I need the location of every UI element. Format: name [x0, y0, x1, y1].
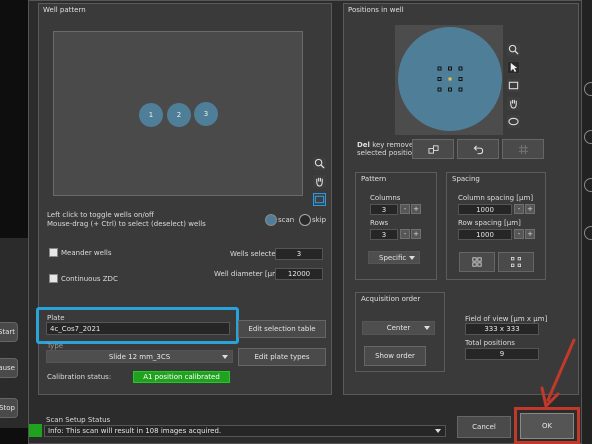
grid-positions-button[interactable]: [502, 139, 544, 159]
pointer-icon[interactable]: [507, 61, 520, 74]
row-spacing-decrement-button[interactable]: -: [514, 229, 524, 239]
annotation-arrow: [540, 338, 576, 408]
skip-radio-label: skip: [312, 216, 327, 224]
spacing-title: Spacing: [452, 175, 480, 183]
position-grid: [437, 66, 463, 92]
rows-label: Rows: [370, 219, 389, 227]
columns-label: Columns: [370, 194, 401, 202]
skip-radio[interactable]: [299, 214, 311, 226]
total-positions-value: 9: [465, 348, 539, 360]
columns-decrement-button[interactable]: -: [400, 204, 410, 214]
pan-hand-icon[interactable]: [507, 97, 520, 110]
well-1[interactable]: 1: [139, 103, 163, 127]
wells-selected-value: 3: [275, 248, 323, 260]
continuous-zdc-label: Continuous ZDC: [61, 275, 118, 283]
right-circle-4: [584, 226, 592, 240]
field-of-view-label: Field of view [µm x µm]: [465, 315, 548, 323]
ellipse-icon[interactable]: [507, 115, 520, 128]
chevron-down-icon: [424, 326, 430, 330]
continuous-zdc-checkbox[interactable]: [49, 274, 58, 283]
distribute-icon: [427, 144, 439, 154]
right-circle-3: [584, 178, 592, 192]
pause-button[interactable]: Pause: [0, 358, 18, 378]
right-circle-2: [584, 130, 592, 144]
show-order-button[interactable]: Show order: [364, 346, 426, 366]
cancel-button[interactable]: Cancel: [457, 416, 511, 438]
grid-tight-icon: [472, 257, 482, 267]
edit-selection-table-button[interactable]: Edit selection table: [238, 320, 326, 338]
plate-label: Plate: [47, 314, 65, 322]
chevron-down-icon: [409, 255, 415, 260]
wells-selected-label: Wells selected: [230, 250, 281, 258]
pan-hand-icon[interactable]: [313, 175, 326, 188]
plate-name-input[interactable]: 4c_Cos7_2021: [46, 322, 230, 335]
right-circle-1: [584, 82, 592, 96]
edit-plate-types-button[interactable]: Edit plate types: [238, 348, 326, 366]
row-spacing-label: Row spacing [µm]: [458, 219, 521, 227]
status-info-dropdown[interactable]: Info: This scan will result in 108 image…: [44, 425, 446, 437]
chevron-down-icon: [222, 354, 228, 359]
rows-input[interactable]: 3: [370, 229, 398, 240]
columns-increment-button[interactable]: +: [411, 204, 421, 214]
ok-button[interactable]: OK: [520, 413, 574, 439]
del-hint-line-2: selected positions: [357, 149, 421, 157]
scan-radio-label: scan: [278, 216, 295, 224]
acquisition-order-dropdown[interactable]: Center: [362, 321, 435, 335]
pattern-type-value: Specific: [379, 253, 407, 262]
grid-wide-icon: [511, 257, 521, 267]
column-spacing-decrement-button[interactable]: -: [514, 204, 524, 214]
meander-wells-checkbox[interactable]: [49, 248, 58, 257]
calibration-status-value: A1 position calibrated: [133, 371, 230, 383]
meander-wells-label: Meander wells: [61, 249, 112, 257]
del-key: Del: [357, 141, 370, 149]
column-spacing-input[interactable]: 1000: [458, 204, 512, 215]
hint-line-2: Mouse-drag (+ Ctrl) to select (deselect)…: [47, 220, 206, 228]
start-button[interactable]: Start: [0, 322, 18, 342]
type-label: Type: [47, 342, 64, 350]
well-diameter-input[interactable]: 12000: [275, 268, 323, 280]
spacing-grid-wide-button[interactable]: [498, 252, 534, 272]
undo-icon: [473, 144, 483, 154]
row-spacing-input[interactable]: 1000: [458, 229, 512, 240]
column-spacing-label: Column spacing [µm]: [458, 194, 534, 202]
scan-radio[interactable]: [265, 214, 277, 226]
del-hint-line-1: Del key removes: [357, 141, 417, 149]
positions-title: Positions in well: [348, 6, 404, 14]
chevron-down-icon: [435, 429, 441, 433]
acquisition-order-value: Center: [386, 324, 411, 332]
total-positions-label: Total positions: [465, 339, 515, 347]
row-spacing-increment-button[interactable]: +: [525, 229, 535, 239]
plate-type-value: Slide 12 mm_3CS: [108, 352, 171, 361]
spacing-grid-tight-button[interactable]: [459, 252, 495, 272]
pattern-title: Pattern: [361, 175, 387, 183]
grid-icon: [518, 144, 528, 154]
field-of-view-value: 333 x 333: [465, 323, 539, 335]
undo-button[interactable]: [457, 139, 499, 159]
zoom-icon[interactable]: [313, 157, 326, 170]
well-diameter-label: Well diameter [µm]: [214, 270, 282, 278]
plate-type-dropdown[interactable]: Slide 12 mm_3CS: [46, 350, 233, 363]
hint-line-1: Left click to toggle wells on/off: [47, 211, 154, 219]
well-2[interactable]: 2: [167, 103, 191, 127]
acquisition-order-title: Acquisition order: [361, 295, 421, 303]
rectangle-icon[interactable]: [507, 79, 520, 92]
status-indicator: [29, 424, 42, 437]
well-pattern-title: Well pattern: [43, 6, 86, 14]
well-3[interactable]: 3: [194, 102, 218, 126]
column-spacing-increment-button[interactable]: +: [525, 204, 535, 214]
rectangle-select-icon[interactable]: [313, 193, 326, 206]
rows-decrement-button[interactable]: -: [400, 229, 410, 239]
del-hint-text: key removes: [369, 141, 417, 149]
calibration-status-label: Calibration status:: [47, 373, 112, 381]
zoom-icon[interactable]: [507, 43, 520, 56]
distribute-positions-button[interactable]: [412, 139, 454, 159]
columns-input[interactable]: 3: [370, 204, 398, 215]
pattern-type-dropdown[interactable]: Specific: [368, 251, 420, 264]
scan-setup-status-title: Scan Setup Status: [46, 416, 111, 424]
stop-button[interactable]: Stop: [0, 398, 18, 418]
rows-increment-button[interactable]: +: [411, 229, 421, 239]
status-info-text: Info: This scan will result in 108 image…: [48, 427, 222, 435]
